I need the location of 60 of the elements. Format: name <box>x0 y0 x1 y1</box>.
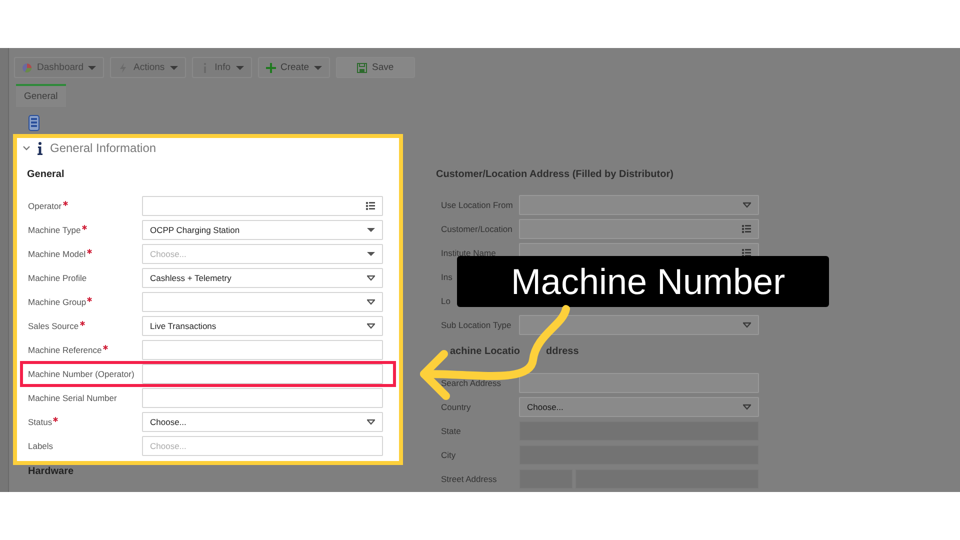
group-heading: General <box>26 168 66 182</box>
field-label: Country <box>441 402 471 412</box>
field-label: State <box>441 426 461 436</box>
callout-tooltip: Machine Number <box>457 256 829 307</box>
field-label: Street Address <box>441 474 497 484</box>
toolbar-button[interactable]: Create <box>258 57 330 78</box>
chevron-icon[interactable] <box>23 146 30 150</box>
field-label: Search Address <box>441 378 502 388</box>
select-field[interactable] <box>142 292 383 312</box>
field-label: Sub Location Type <box>441 320 512 330</box>
field-label: Sales Source <box>28 321 79 331</box>
caret-icon <box>367 299 375 305</box>
field-label: Labels <box>28 441 54 451</box>
field-label: Lo <box>441 296 450 306</box>
field-label: Status <box>28 417 52 427</box>
caret-icon <box>743 322 751 328</box>
field-label: Machine Serial Number <box>28 393 117 403</box>
caret-icon <box>743 404 751 410</box>
plus-icon <box>266 62 276 72</box>
field-label: Operator <box>28 201 62 211</box>
caret-icon <box>367 275 375 281</box>
field-label: Machine Group <box>28 297 86 307</box>
field-label: Ins <box>441 272 452 282</box>
caret-icon <box>367 419 375 425</box>
info-icon <box>37 142 43 154</box>
group-heading: achine Locatio <box>450 345 520 359</box>
select-field[interactable] <box>519 195 759 215</box>
field-label: Institute Name <box>441 248 496 258</box>
field-label: Machine Reference <box>28 345 102 355</box>
list-icon <box>366 202 375 210</box>
caret-icon <box>367 227 375 233</box>
list-icon <box>742 225 751 233</box>
field-label: Machine Model <box>28 249 86 259</box>
field-label: Machine Type <box>28 225 81 235</box>
field-label: Use Location From <box>441 200 513 210</box>
lookup-field[interactable] <box>519 219 759 239</box>
group-heading: Hardware <box>27 465 75 477</box>
field-label: Customer/Location <box>441 224 512 234</box>
select-field[interactable] <box>519 315 759 335</box>
select-field[interactable]: Live Transactions <box>142 316 383 336</box>
select-field[interactable]: Choose... <box>142 244 383 264</box>
lookup-field[interactable] <box>142 196 383 216</box>
field-label: City <box>441 450 456 460</box>
field-label: Machine Number (Operator) <box>28 369 134 379</box>
select-field[interactable]: OCPP Charging Station <box>142 220 383 240</box>
toolbar-button[interactable]: Save <box>336 57 415 78</box>
input-field[interactable] <box>519 373 759 393</box>
group-heading: ddress <box>546 345 579 359</box>
select-field[interactable]: Choose... <box>519 397 759 417</box>
select-field[interactable]: Cashless + Telemetry <box>142 268 383 288</box>
tab[interactable]: General <box>16 84 66 107</box>
caret-icon <box>367 251 375 257</box>
caret-icon <box>743 202 751 208</box>
section-title: General Information <box>50 141 156 155</box>
device-icon <box>28 115 40 131</box>
field-label: Machine Profile <box>28 273 87 283</box>
pie-chart-icon <box>22 62 32 72</box>
group-heading: Customer/Location Address (Filled by Distributor) <box>436 168 674 182</box>
select-field[interactable]: Choose... <box>142 412 383 432</box>
caret-icon <box>367 323 375 329</box>
